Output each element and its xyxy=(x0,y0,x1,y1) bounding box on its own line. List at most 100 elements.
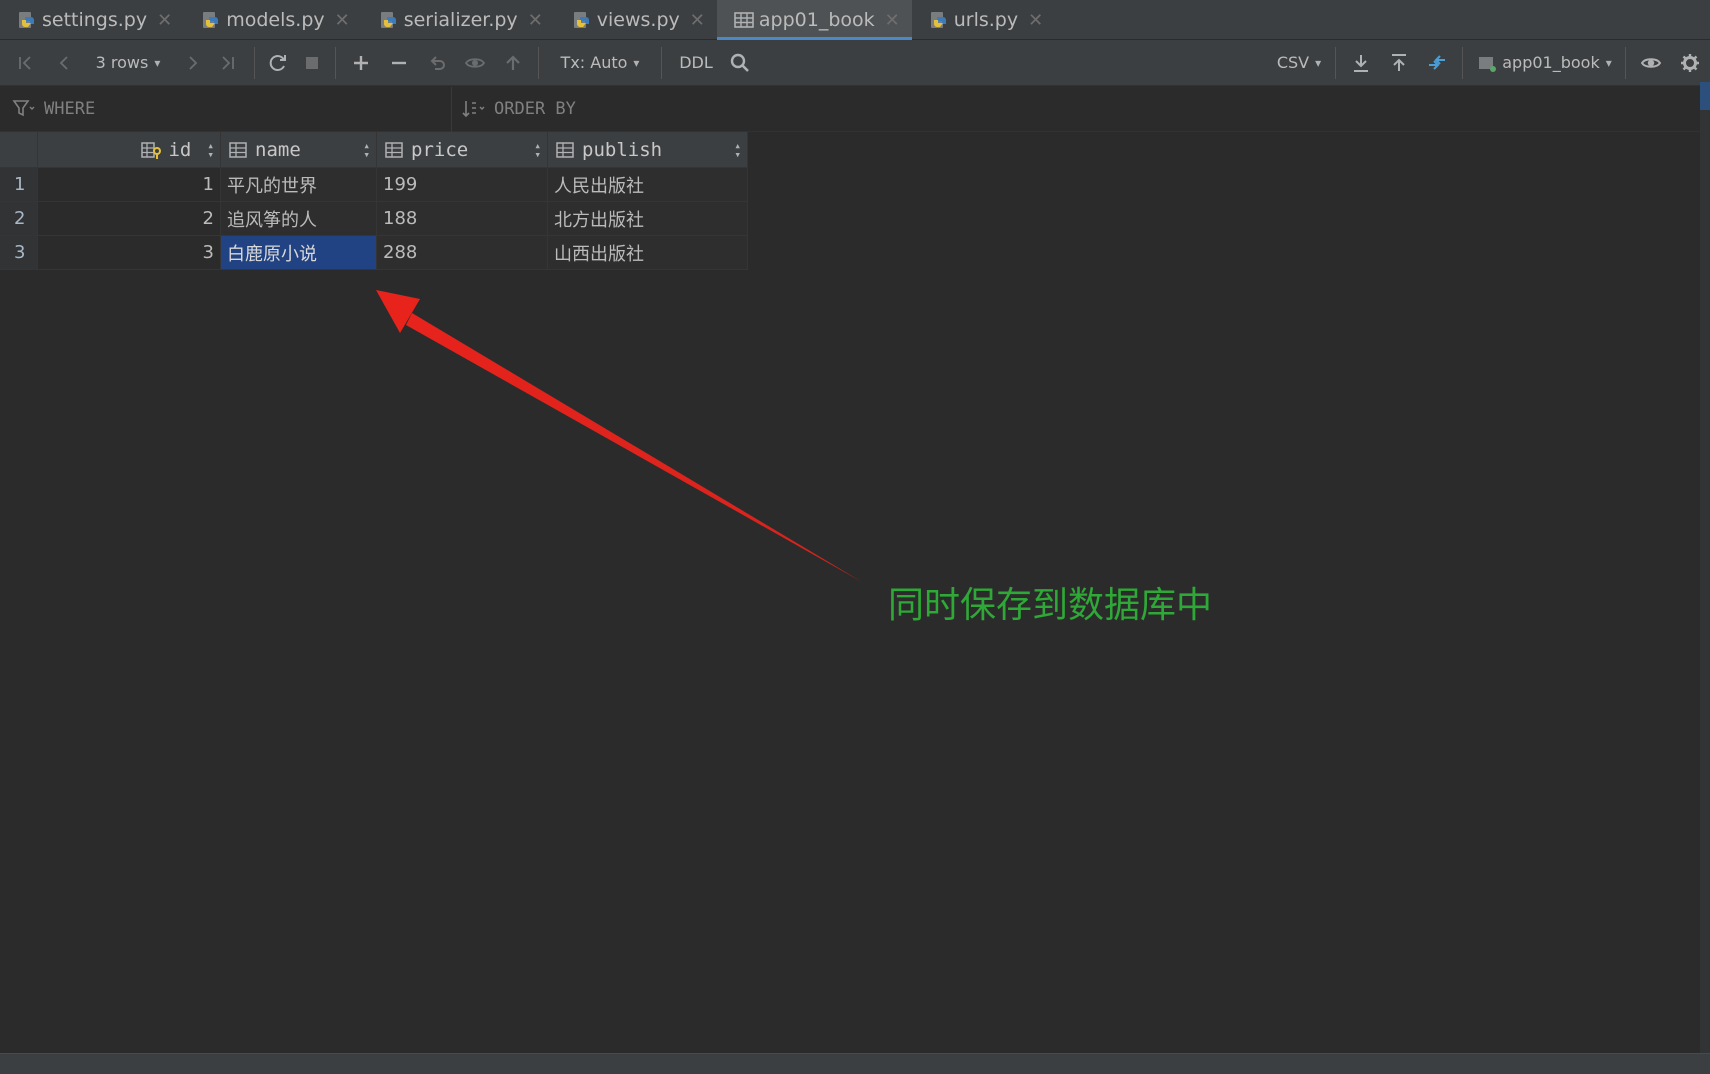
table-row[interactable]: 3 3 白鹿原小说 288 山西出版社 xyxy=(0,236,748,270)
sort-toggle-icon[interactable]: ▴ ▾ xyxy=(363,140,370,160)
cell-id[interactable]: 1 xyxy=(38,168,221,202)
close-icon[interactable]: ✕ xyxy=(885,10,900,31)
editor-tab-bar: settings.py ✕ models.py ✕ serializer.py … xyxy=(0,0,1710,40)
cell-price[interactable]: 288 xyxy=(377,236,548,270)
chevron-left-icon xyxy=(59,55,68,70)
settings-button[interactable] xyxy=(1670,40,1710,86)
export-format-dropdown[interactable]: CSV ▾ xyxy=(1269,40,1329,86)
where-label: WHERE xyxy=(44,99,96,119)
data-editor-toolbar: 3 rows ▾ Tx: Auto ▾ DDL CSV ▾ app01_book… xyxy=(0,40,1710,86)
table-row[interactable]: 2 2 追风筝的人 188 北方出版社 xyxy=(0,202,748,236)
column-header-name[interactable]: name ▴ ▾ xyxy=(221,132,377,168)
close-icon[interactable]: ✕ xyxy=(1028,10,1043,31)
stop-button[interactable] xyxy=(295,40,329,86)
toolbar-separator xyxy=(661,46,662,79)
sort-toggle-icon[interactable]: ▴ ▾ xyxy=(534,140,541,160)
primary-key-column-icon xyxy=(141,141,162,159)
undo-icon xyxy=(430,55,445,70)
close-icon[interactable]: ✕ xyxy=(335,10,350,31)
python-file-icon xyxy=(380,12,396,28)
column-name: price xyxy=(411,138,469,161)
export-data-button[interactable] xyxy=(1342,40,1380,86)
minus-icon xyxy=(392,61,406,64)
cell-publish[interactable]: 山西出版社 xyxy=(548,236,748,270)
chevron-right-icon xyxy=(189,55,198,70)
chevron-down-icon: ▾ xyxy=(633,55,640,70)
first-page-icon xyxy=(19,55,31,70)
toolbar-separator xyxy=(254,46,255,79)
transaction-mode-dropdown[interactable]: Tx: Auto ▾ xyxy=(545,40,655,86)
sort-order-icon xyxy=(462,101,485,118)
database-table-icon xyxy=(1479,56,1497,72)
submit-button[interactable] xyxy=(494,40,532,86)
ddl-label: DDL xyxy=(679,53,713,72)
datasource-dropdown[interactable]: app01_book ▾ xyxy=(1469,40,1619,86)
column-header-publish[interactable]: publish ▴ ▾ xyxy=(548,132,748,168)
arrow-up-icon xyxy=(506,54,520,70)
rows-label: 3 rows xyxy=(95,53,149,72)
where-filter-input[interactable]: WHERE xyxy=(0,86,452,132)
column-name: publish xyxy=(582,138,663,161)
toolbar-separator xyxy=(1462,46,1463,79)
rows-dropdown[interactable]: 3 rows ▾ xyxy=(78,40,178,86)
row-number[interactable]: 3 xyxy=(0,236,38,270)
cell-publish[interactable]: 北方出版社 xyxy=(548,202,748,236)
cell-price[interactable]: 188 xyxy=(377,202,548,236)
close-icon[interactable]: ✕ xyxy=(528,10,543,31)
annotation-text: 同时保存到数据库中 xyxy=(888,585,1213,626)
tab-label: urls.py xyxy=(953,9,1019,31)
first-page-button[interactable] xyxy=(0,40,50,86)
tab-serializer-py[interactable]: serializer.py ✕ xyxy=(362,0,555,40)
next-page-button[interactable] xyxy=(178,40,208,86)
cell-publish[interactable]: 人民出版社 xyxy=(548,168,748,202)
datasource-label: app01_book xyxy=(1502,53,1600,72)
arrow-shaft xyxy=(406,313,862,582)
close-icon[interactable]: ✕ xyxy=(157,10,172,31)
preview-pending-changes-button[interactable] xyxy=(456,40,494,86)
sort-toggle-icon[interactable]: ▴ ▾ xyxy=(734,140,741,160)
import-data-button[interactable] xyxy=(1380,40,1418,86)
chevron-down-icon: ▾ xyxy=(154,55,161,70)
ddl-button[interactable]: DDL xyxy=(668,40,724,86)
cell-name[interactable]: 平凡的世界 xyxy=(221,168,377,202)
download-icon xyxy=(1354,54,1368,72)
previous-page-button[interactable] xyxy=(50,40,78,86)
arrow-head xyxy=(376,290,420,333)
row-number[interactable]: 2 xyxy=(0,202,38,236)
sort-toggle-icon[interactable]: ▴ ▾ xyxy=(207,140,214,160)
cell-name-selected[interactable]: 白鹿原小说 xyxy=(221,236,377,270)
tab-settings-py[interactable]: settings.py ✕ xyxy=(0,0,184,40)
toolbar-separator xyxy=(1335,46,1336,79)
column-header-id[interactable]: id ▴ ▾ xyxy=(38,132,221,168)
tab-models-py[interactable]: models.py ✕ xyxy=(184,0,362,40)
tab-label: serializer.py xyxy=(403,9,518,31)
revert-button[interactable] xyxy=(418,40,456,86)
add-row-button[interactable] xyxy=(342,40,380,86)
last-page-button[interactable] xyxy=(208,40,248,86)
cell-price[interactable]: 199 xyxy=(377,168,548,202)
order-by-input[interactable]: ORDER BY xyxy=(452,98,576,120)
table-row[interactable]: 1 1 平凡的世界 199 人民出版社 xyxy=(0,168,748,202)
row-number[interactable]: 1 xyxy=(0,168,38,202)
compare-button[interactable] xyxy=(1418,40,1456,86)
delete-row-button[interactable] xyxy=(380,40,418,86)
status-bar xyxy=(0,1053,1710,1074)
close-icon[interactable]: ✕ xyxy=(690,10,705,31)
tab-label: models.py xyxy=(226,9,325,31)
cell-id[interactable]: 3 xyxy=(38,236,221,270)
grid-header-row: id ▴ ▾ name ▴ ▾ price ▴ ▾ publish ▴ ▾ xyxy=(0,132,748,168)
refresh-button[interactable] xyxy=(261,40,295,86)
python-file-icon xyxy=(573,12,589,28)
tab-urls-py[interactable]: urls.py ✕ xyxy=(912,0,1055,40)
cell-name[interactable]: 追风筝的人 xyxy=(221,202,377,236)
refresh-icon xyxy=(269,54,286,71)
tab-app01-book[interactable]: app01_book ✕ xyxy=(716,0,912,40)
tab-views-py[interactable]: views.py ✕ xyxy=(555,0,717,40)
compare-arrows-icon xyxy=(1429,54,1445,70)
cell-id[interactable]: 2 xyxy=(38,202,221,236)
search-button[interactable] xyxy=(724,40,756,86)
column-header-price[interactable]: price ▴ ▾ xyxy=(377,132,548,168)
search-icon xyxy=(730,53,749,72)
view-options-button[interactable] xyxy=(1632,40,1670,86)
scroll-marker[interactable] xyxy=(1700,82,1710,110)
